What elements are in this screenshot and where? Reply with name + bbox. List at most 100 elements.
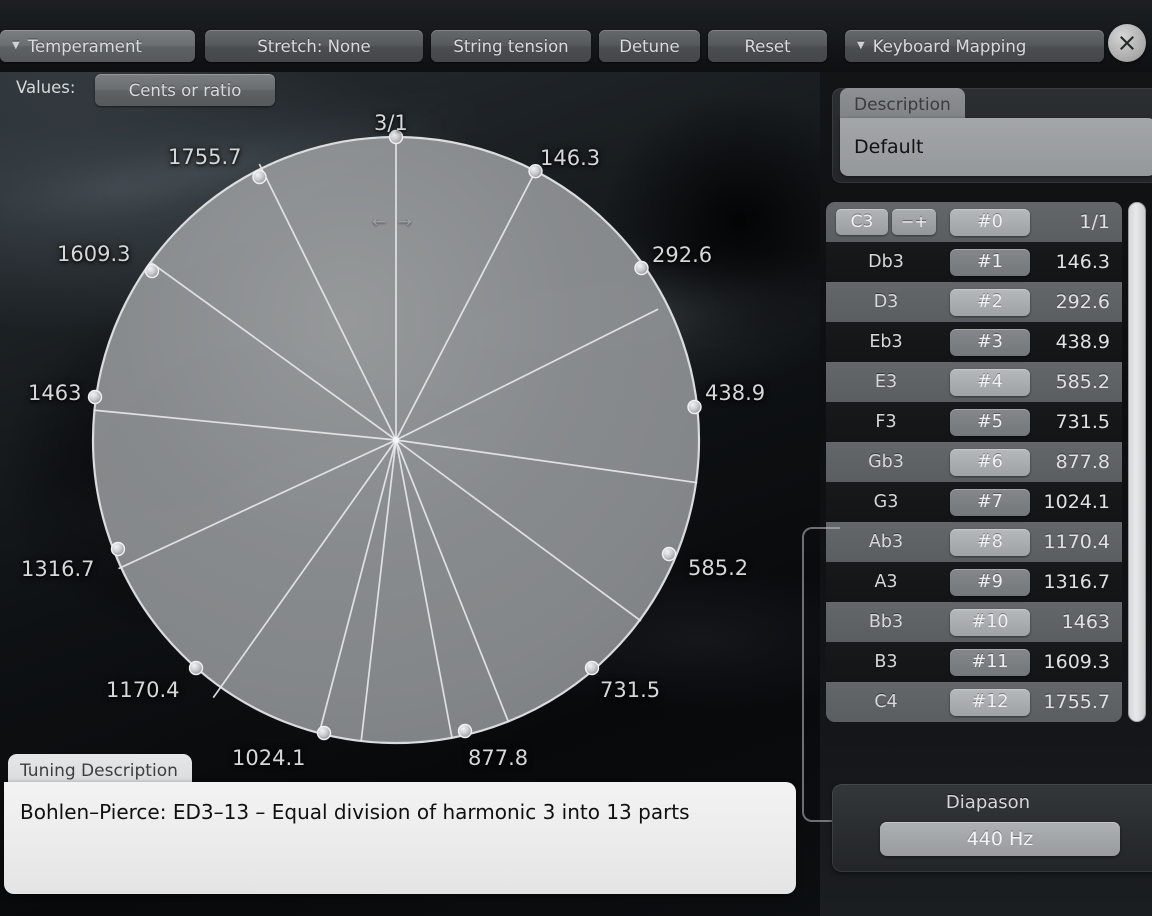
tuning-wheel-svg[interactable] (0, 72, 830, 832)
note-index-cell[interactable]: #7 (946, 488, 1034, 516)
note-name-cell[interactable]: G3 (826, 492, 946, 512)
table-row[interactable]: A3 #9 1316.7 (826, 562, 1122, 602)
note-name-cell[interactable]: B3 (826, 652, 946, 672)
note-index-cell[interactable]: #6 (946, 448, 1034, 476)
keyboard-mapping-label: Keyboard Mapping (872, 36, 1027, 56)
note-index-pill[interactable]: #3 (950, 328, 1030, 356)
note-index-cell[interactable]: #1 (946, 248, 1034, 276)
table-row[interactable]: Db3 #1 146.3 (826, 242, 1122, 282)
note-name-cell[interactable]: Bb3 (826, 612, 946, 632)
temperament-button[interactable]: ▼ Temperament (0, 30, 195, 62)
string-tension-button[interactable]: String tension (431, 30, 591, 62)
tuning-description-panel: Tuning Description Bohlen–Pierce: ED3–13… (4, 754, 796, 894)
toolbar: ▼ Temperament Stretch: None String tensi… (0, 0, 1152, 106)
tuning-editor-window: ▼ Temperament Stretch: None String tensi… (0, 0, 1152, 916)
table-row[interactable]: Eb3 #3 438.9 (826, 322, 1122, 362)
table-row[interactable]: C3− + #0 1/1 (826, 202, 1122, 242)
note-index-pill[interactable]: #9 (950, 568, 1030, 596)
note-value-cell[interactable]: 585.2 (1034, 371, 1122, 393)
note-name-cell[interactable]: C3− + (826, 208, 946, 236)
values-units-label: Cents or ratio (128, 80, 242, 100)
note-index-cell[interactable]: #11 (946, 648, 1034, 676)
description-card: Description Default (832, 88, 1152, 183)
note-index-pill[interactable]: #11 (950, 648, 1030, 676)
table-row[interactable]: Bb3 #10 1463 (826, 602, 1122, 642)
description-tab-label: Description (840, 88, 965, 122)
note-index-cell[interactable]: #5 (946, 408, 1034, 436)
note-name-cell[interactable]: F3 (826, 412, 946, 432)
note-index-pill[interactable]: #10 (950, 608, 1030, 636)
note-value-cell[interactable]: 146.3 (1034, 251, 1122, 273)
note-index-cell[interactable]: #10 (946, 608, 1034, 636)
note-value-cell[interactable]: 877.8 (1034, 451, 1122, 473)
close-button[interactable] (1108, 24, 1146, 62)
note-index-pill[interactable]: #6 (950, 448, 1030, 476)
note-name-cell[interactable]: A3 (826, 572, 946, 592)
note-name-cell[interactable]: C4 (826, 692, 946, 712)
stretch-button[interactable]: Stretch: None (205, 30, 423, 62)
tuning-description-text: Bohlen–Pierce: ED3–13 – Equal division o… (4, 782, 796, 894)
note-index-pill[interactable]: #12 (950, 688, 1030, 716)
note-value-cell[interactable]: 292.6 (1034, 291, 1122, 313)
note-value-cell[interactable]: 1609.3 (1034, 651, 1122, 673)
diapason-value-button[interactable]: 440 Hz (880, 822, 1120, 856)
tuning-wheel[interactable]: 3/1 146.3 292.6 438.9 585.2 731.5 877.8 … (0, 72, 830, 832)
values-label: Values: (16, 78, 76, 97)
table-row[interactable]: G3 #7 1024.1 (826, 482, 1122, 522)
note-index-pill[interactable]: #7 (950, 488, 1030, 516)
note-value-cell[interactable]: 1170.4 (1034, 531, 1122, 553)
note-index-cell[interactable]: #2 (946, 288, 1034, 316)
note-index-pill[interactable]: #0 (950, 208, 1030, 236)
table-row[interactable]: Gb3 #6 877.8 (826, 442, 1122, 482)
plus-icon[interactable]: + (914, 212, 927, 231)
description-value[interactable]: Default (840, 118, 1152, 176)
note-name-cell[interactable]: D3 (826, 292, 946, 312)
note-index-pill[interactable]: #1 (950, 248, 1030, 276)
note-index-cell[interactable]: #4 (946, 368, 1034, 396)
note-value-cell[interactable]: 1/1 (1034, 211, 1122, 233)
diapason-title: Diapason (945, 792, 1031, 813)
table-row[interactable]: E3 #4 585.2 (826, 362, 1122, 402)
note-list[interactable]: C3− + #0 1/1 Db3 #1 146.3 D3 #2 292.6 Eb3 #3 438.9 E3… (826, 202, 1122, 722)
note-index-cell[interactable]: #0 (946, 208, 1034, 236)
note-index-pill[interactable]: #2 (950, 288, 1030, 316)
note-index-cell[interactable]: #8 (946, 528, 1034, 556)
reset-button[interactable]: Reset (708, 30, 827, 62)
note-index-cell[interactable]: #9 (946, 568, 1034, 596)
note-index-cell[interactable]: #12 (946, 688, 1034, 716)
detune-label: Detune (619, 36, 680, 56)
note-value-cell[interactable]: 1024.1 (1034, 491, 1122, 513)
note-name-cell[interactable]: Gb3 (826, 452, 946, 472)
table-row[interactable]: B3 #11 1609.3 (826, 642, 1122, 682)
note-value-cell[interactable]: 1316.7 (1034, 571, 1122, 593)
note-index-pill[interactable]: #8 (950, 528, 1030, 556)
right-panel: Description Default C3− + #0 1/1 Db3 #1 146.3 D… (802, 72, 1152, 916)
note-name-cell[interactable]: E3 (826, 372, 946, 392)
table-row[interactable]: C4 #12 1755.7 (826, 682, 1122, 722)
keyboard-mapping-button[interactable]: ▼ Keyboard Mapping (845, 30, 1104, 62)
minus-plus-stepper[interactable]: − + (892, 208, 936, 235)
note-value-cell[interactable]: 731.5 (1034, 411, 1122, 433)
table-row[interactable]: F3 #5 731.5 (826, 402, 1122, 442)
note-name-cell[interactable]: Eb3 (826, 332, 946, 352)
values-units-button[interactable]: Cents or ratio (95, 74, 275, 106)
note-value-cell[interactable]: 1463 (1034, 611, 1122, 633)
note-name-pill[interactable]: C3 (836, 209, 888, 236)
group-bracket (802, 527, 840, 822)
chevron-down-icon: ▼ (857, 40, 865, 51)
note-index-pill[interactable]: #4 (950, 368, 1030, 396)
note-value-cell[interactable]: 438.9 (1034, 331, 1122, 353)
table-row[interactable]: Ab3 #8 1170.4 (826, 522, 1122, 562)
note-name-cell[interactable]: Db3 (826, 252, 946, 272)
note-index-pill[interactable]: #5 (950, 408, 1030, 436)
note-index-cell[interactable]: #3 (946, 328, 1034, 356)
temperament-label: Temperament (27, 36, 142, 56)
table-row[interactable]: D3 #2 292.6 (826, 282, 1122, 322)
minus-icon[interactable]: − (901, 212, 914, 231)
note-name-cell[interactable]: Ab3 (826, 532, 946, 552)
string-tension-label: String tension (453, 36, 569, 56)
note-list-scrollbar[interactable] (1128, 202, 1146, 722)
detune-button[interactable]: Detune (599, 30, 700, 62)
stretch-label: Stretch: None (257, 36, 371, 56)
note-value-cell[interactable]: 1755.7 (1034, 691, 1122, 713)
